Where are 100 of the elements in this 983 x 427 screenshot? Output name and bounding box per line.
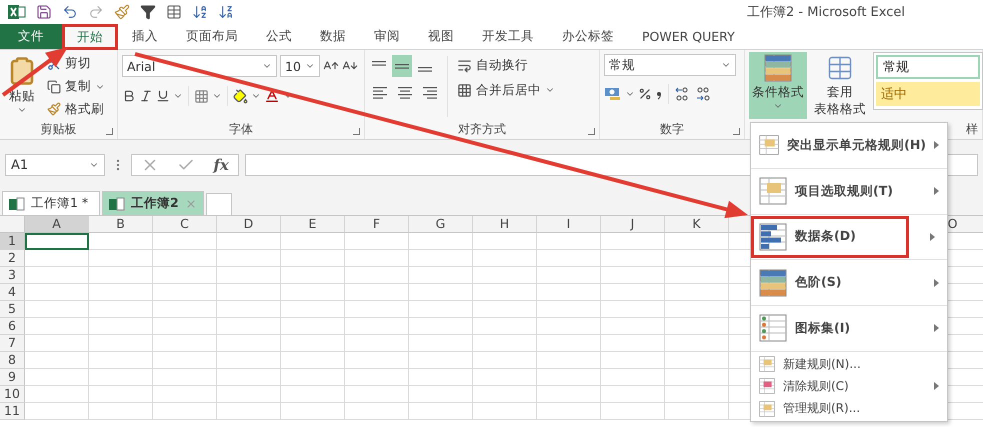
cell-style-swatch[interactable]: 适中 [876, 82, 980, 106]
grid-cell[interactable] [409, 267, 473, 284]
new-tab-button[interactable] [206, 193, 232, 215]
grid-cell[interactable] [409, 284, 473, 301]
grid-cell[interactable] [281, 386, 345, 403]
font-name-select[interactable]: Arial [122, 55, 277, 77]
grid-cell[interactable] [665, 301, 729, 318]
grid-cell[interactable] [89, 352, 153, 369]
grid-cell[interactable] [601, 284, 665, 301]
wrap-text-button[interactable]: 自动换行 [454, 54, 558, 76]
row-header[interactable]: 11 [0, 403, 25, 420]
undo-icon[interactable] [62, 4, 78, 20]
grid-cell[interactable] [601, 301, 665, 318]
menu-item[interactable]: 图标集(I) [751, 307, 947, 350]
column-header[interactable]: A [25, 216, 89, 233]
grid-cell[interactable] [473, 318, 537, 335]
grid-cell[interactable] [217, 369, 281, 386]
grid-cell[interactable] [345, 403, 409, 420]
grid-cell[interactable] [345, 284, 409, 301]
grid-cell[interactable] [473, 301, 537, 318]
percent-icon[interactable] [638, 87, 652, 101]
grid-cell[interactable] [345, 335, 409, 352]
grid-cell[interactable] [217, 250, 281, 267]
grid-cell[interactable] [345, 318, 409, 335]
row-header[interactable]: 4 [0, 284, 25, 301]
row-header[interactable]: 8 [0, 352, 25, 369]
grid-cell[interactable] [217, 318, 281, 335]
grid-cell[interactable] [153, 403, 217, 420]
menu-item[interactable]: 清除规则(C) [751, 375, 947, 398]
grid-cell[interactable] [601, 233, 665, 250]
grid-cell[interactable] [25, 267, 89, 284]
workbook-tab[interactable]: 工作簿1 * [2, 191, 100, 215]
grid-cell[interactable] [25, 386, 89, 403]
grid-cell[interactable] [217, 267, 281, 284]
row-header[interactable]: 9 [0, 369, 25, 386]
ribbon-tab[interactable]: 开始 [62, 24, 118, 50]
grid-cell[interactable] [409, 318, 473, 335]
grid-cell[interactable] [281, 250, 345, 267]
grid-cell[interactable] [473, 403, 537, 420]
grid-cell[interactable] [89, 233, 153, 250]
grid-cell[interactable] [409, 335, 473, 352]
row-header[interactable]: 6 [0, 318, 25, 335]
grid-cell[interactable] [25, 318, 89, 335]
grid-cell[interactable] [345, 352, 409, 369]
column-header[interactable]: C [153, 216, 217, 233]
grid-cell[interactable] [281, 403, 345, 420]
workbook-tab[interactable]: 工作簿2 [102, 191, 204, 215]
grid-cell[interactable] [665, 250, 729, 267]
grid-cell[interactable] [537, 386, 601, 403]
grid-cell[interactable] [281, 318, 345, 335]
row-header[interactable]: 5 [0, 301, 25, 318]
grid-cell[interactable] [281, 301, 345, 318]
grid-cell[interactable] [601, 352, 665, 369]
table-icon[interactable] [166, 4, 182, 20]
active-cell[interactable] [25, 233, 89, 250]
bold-icon[interactable] [122, 89, 136, 103]
grid-cell[interactable] [153, 233, 217, 250]
grid-cell[interactable] [153, 301, 217, 318]
grid-cell[interactable] [665, 233, 729, 250]
grid-cell[interactable] [153, 352, 217, 369]
grid-cell[interactable] [281, 369, 345, 386]
menu-item[interactable]: 新建规则(N)... [751, 352, 947, 376]
grid-cell[interactable] [345, 250, 409, 267]
grid-cell[interactable] [665, 284, 729, 301]
launcher-icon[interactable] [106, 128, 113, 135]
grid-cell[interactable] [25, 284, 89, 301]
grid-cell[interactable] [25, 250, 89, 267]
redo-icon[interactable] [88, 4, 104, 20]
sort-descending-icon[interactable] [218, 4, 234, 20]
launcher-icon[interactable] [588, 128, 595, 135]
grid-cell[interactable] [601, 318, 665, 335]
column-header[interactable]: J [601, 216, 665, 233]
grid-cell[interactable] [665, 318, 729, 335]
vertical-align-button[interactable] [392, 55, 412, 77]
grid-cell[interactable] [25, 403, 89, 420]
grid-cell[interactable] [601, 403, 665, 420]
italic-icon[interactable] [139, 89, 153, 103]
grid-cell[interactable] [281, 233, 345, 250]
grid-cell[interactable] [25, 352, 89, 369]
column-header[interactable]: K [665, 216, 729, 233]
row-header[interactable]: 1 [0, 233, 25, 250]
grid-cell[interactable] [25, 335, 89, 352]
fill-color-icon[interactable] [233, 88, 248, 104]
grid-cell[interactable] [89, 369, 153, 386]
grid-cell[interactable] [281, 335, 345, 352]
grid-cell[interactable] [537, 352, 601, 369]
grid-cell[interactable] [153, 318, 217, 335]
grid-cell[interactable] [537, 335, 601, 352]
grid-cell[interactable] [345, 233, 409, 250]
grid-cell[interactable] [537, 301, 601, 318]
save-icon[interactable] [36, 4, 52, 20]
grid-cell[interactable] [217, 386, 281, 403]
grid-cell[interactable] [89, 284, 153, 301]
menu-item[interactable]: 数据条(D) [751, 216, 909, 258]
column-header[interactable]: H [473, 216, 537, 233]
insert-function-button[interactable]: fx [213, 156, 229, 174]
column-header[interactable]: D [217, 216, 281, 233]
grid-cell[interactable] [601, 386, 665, 403]
column-header[interactable]: B [89, 216, 153, 233]
select-all-corner[interactable] [0, 216, 25, 233]
